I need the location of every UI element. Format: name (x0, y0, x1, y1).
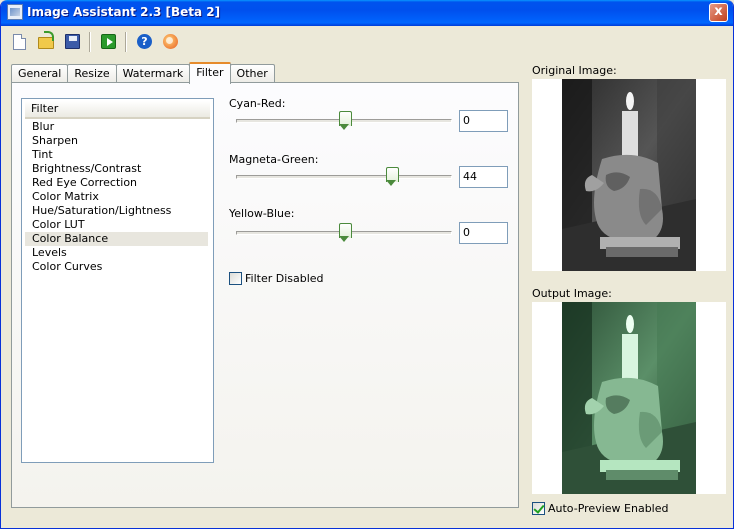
filter-list-item[interactable]: Levels (25, 246, 208, 260)
auto-preview-checkbox[interactable] (532, 502, 545, 515)
toolbar-separator (89, 32, 91, 52)
filter-list-item[interactable]: Sharpen (25, 134, 208, 148)
save-button[interactable] (61, 31, 83, 53)
app-icon (7, 4, 23, 20)
yellow-blue-slider-thumb[interactable] (338, 223, 352, 243)
tab-resize[interactable]: Resize (67, 64, 117, 83)
window-title: Image Assistant 2.3 [Beta 2] (27, 5, 221, 19)
cyan-red-value-field[interactable]: 0 (459, 110, 508, 132)
run-button[interactable] (97, 31, 119, 53)
magenta-green-label: Magneta-Green: (229, 153, 319, 166)
filter-list-item[interactable]: Color LUT (25, 218, 208, 232)
tab-watermark[interactable]: Watermark (115, 64, 191, 83)
output-image (562, 302, 696, 494)
cyan-red-slider-thumb[interactable] (338, 111, 352, 131)
filter-list-header[interactable]: Filter (25, 101, 210, 119)
new-icon (13, 34, 26, 50)
filter-tab-panel: Filter Blur Sharpen Tint Brightness/Contras… (11, 82, 519, 508)
run-icon (101, 34, 116, 49)
magenta-green-slider-thumb[interactable] (386, 167, 400, 187)
new-button[interactable] (9, 31, 31, 53)
web-button[interactable] (159, 31, 181, 53)
filter-list-item[interactable]: Color Curves (25, 260, 208, 274)
filter-list-item[interactable]: Tint (25, 148, 208, 162)
filter-list-item[interactable]: Hue/Saturation/Lightness (25, 204, 208, 218)
filter-list-item[interactable]: Color Matrix (25, 190, 208, 204)
original-image (562, 79, 696, 271)
help-button[interactable]: ? (133, 31, 155, 53)
yellow-blue-label: Yellow-Blue: (229, 207, 295, 220)
original-image-panel (532, 79, 726, 271)
filter-disabled-label: Filter Disabled (245, 272, 324, 285)
output-image-label: Output Image: (532, 287, 612, 300)
filter-list-item[interactable]: Brightness/Contrast (25, 162, 208, 176)
original-photo-graphic (562, 79, 696, 271)
magenta-green-slider-track[interactable] (236, 175, 452, 179)
open-button[interactable] (35, 31, 57, 53)
filter-list-item[interactable]: Blur (25, 120, 208, 134)
filter-disabled-checkbox[interactable] (229, 272, 242, 285)
close-button[interactable]: x (709, 3, 728, 22)
app-window: Image Assistant 2.3 [Beta 2] x ? General… (0, 0, 734, 529)
toolbar: ? (9, 30, 181, 54)
output-photo-graphic (562, 302, 696, 494)
filter-list-item[interactable]: Color Balance (25, 232, 208, 246)
tab-general[interactable]: General (11, 64, 69, 83)
open-icon (38, 31, 54, 49)
help-icon: ? (137, 34, 152, 49)
filter-list-items: Blur Sharpen Tint Brightness/Contrast Red Ey… (22, 119, 213, 274)
tab-filter[interactable]: Filter (189, 62, 231, 84)
tab-strip: General Resize Watermark Filter Other (11, 62, 275, 84)
magenta-green-value-field[interactable]: 44 (459, 166, 508, 188)
yellow-blue-value-field[interactable]: 0 (459, 222, 508, 244)
tab-other[interactable]: Other (229, 64, 275, 83)
filter-list[interactable]: Filter Blur Sharpen Tint Brightness/Contras… (21, 98, 214, 463)
filter-list-item[interactable]: Red Eye Correction (25, 176, 208, 190)
title-bar[interactable]: Image Assistant 2.3 [Beta 2] x (1, 0, 733, 26)
web-icon (163, 34, 178, 49)
save-icon (65, 34, 80, 49)
toolbar-separator (125, 32, 127, 52)
output-image-panel (532, 302, 726, 494)
auto-preview-label: Auto-Preview Enabled (548, 502, 669, 515)
cyan-red-label: Cyan-Red: (229, 97, 286, 110)
original-image-label: Original Image: (532, 64, 617, 77)
